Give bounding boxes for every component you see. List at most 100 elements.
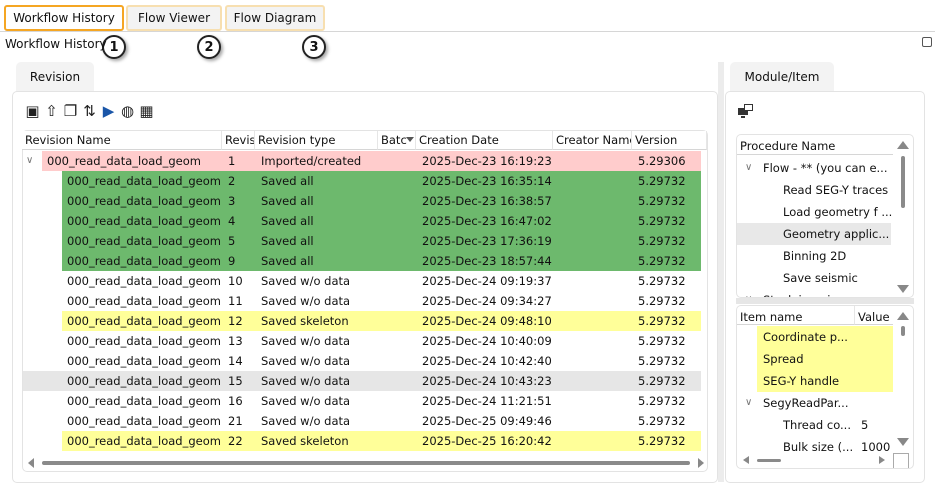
table-row[interactable]: 000_read_data_load_geom 4 Saved all 2025-De…: [23, 211, 707, 231]
tree-splitter[interactable]: [736, 298, 914, 304]
scroll-down-icon[interactable]: [897, 285, 909, 293]
cell-name: 000_read_data_load_geom: [67, 214, 221, 228]
table-row[interactable]: 000_read_data_load_geom 22 Saved skeleton 2…: [23, 431, 707, 451]
tab-module-item[interactable]: Module/Item: [730, 62, 834, 92]
item-row[interactable]: Thread co... 5: [737, 414, 893, 436]
scroll-right-icon[interactable]: [879, 456, 885, 464]
column-header[interactable]: Revision type: [255, 131, 378, 150]
cell-version: 5.29306: [638, 154, 686, 168]
cell-date: 2025-Dec-23 16:38:57: [422, 194, 552, 208]
scroll-left-icon[interactable]: [28, 458, 34, 468]
cell-version: 5.29732: [638, 194, 686, 208]
table-row[interactable]: 000_read_data_load_geom 13 Saved w/o data 2…: [23, 331, 707, 351]
procedure-item[interactable]: Read SEG-Y traces: [737, 179, 891, 201]
scroll-up-icon[interactable]: [897, 312, 909, 320]
cell-type: Saved all: [261, 214, 314, 228]
table-row[interactable]: 000_read_data_load_geom 9 Saved all 2025-De…: [23, 251, 707, 271]
cell-name: 000_read_data_load_geom: [67, 274, 221, 288]
column-header[interactable]: Version: [632, 131, 707, 150]
procedure-scrollbar[interactable]: [901, 156, 905, 208]
table-row[interactable]: 000_read_data_load_geom 5 Saved all 2025-De…: [23, 231, 707, 251]
chevron-down-icon[interactable]: ∨: [745, 157, 752, 179]
divider: [0, 31, 935, 32]
procedure-item[interactable]: ∨ Flow - ** (you can e...: [737, 157, 891, 179]
item-row[interactable]: ∨ SegyReadPar...: [737, 392, 893, 414]
cell-rev: 14: [228, 354, 243, 368]
play-icon[interactable]: ▶: [100, 102, 117, 120]
chevron-down-icon[interactable]: ∨: [26, 151, 33, 171]
tab-revision[interactable]: Revision: [16, 62, 94, 92]
cell-date: 2025-Dec-24 11:21:51: [422, 394, 552, 408]
float-icon[interactable]: [922, 37, 932, 47]
cell-name: 000_read_data_load_geom: [47, 154, 201, 168]
item-value: 1000: [861, 440, 891, 454]
column-header[interactable]: Revis: [222, 131, 255, 150]
tab-flow-viewer[interactable]: Flow Viewer: [126, 5, 222, 31]
chevron-down-icon[interactable]: ∨: [745, 289, 752, 297]
table-row[interactable]: 000_read_data_load_geom 11 Saved w/o data 2…: [23, 291, 707, 311]
cell-rev: 13: [228, 334, 243, 348]
table-row[interactable]: 000_read_data_load_geom 12 Saved skeleton 2…: [23, 311, 707, 331]
cell-rev: 16: [228, 394, 243, 408]
cell-type: Saved w/o data: [261, 414, 351, 428]
cell-type: Imported/created: [261, 154, 362, 168]
column-header[interactable]: Revision Name: [22, 131, 222, 150]
procedure-item[interactable]: Geometry applic...: [737, 223, 891, 245]
copy-icon[interactable]: ❐: [62, 102, 79, 120]
item-row[interactable]: Coordinate p...: [737, 326, 893, 348]
cell-type: Saved w/o data: [261, 354, 351, 368]
table-row[interactable]: 000_read_data_load_geom 10 Saved w/o data 2…: [23, 271, 707, 291]
item-hscrollbar[interactable]: [757, 459, 781, 462]
cell-name: 000_read_data_load_geom: [67, 294, 221, 308]
cell-version: 5.29732: [638, 294, 686, 308]
sort-desc-icon[interactable]: [406, 137, 414, 142]
cell-date: 2025-Dec-23 18:57:44: [422, 254, 552, 268]
procedure-item[interactable]: Load geometry f ...: [737, 201, 892, 223]
scroll-down-icon[interactable]: [897, 438, 909, 446]
cell-name: 000_read_data_load_geom: [67, 414, 221, 428]
open-revision-icon[interactable]: ▣: [24, 102, 41, 120]
export-icon[interactable]: ⇧: [43, 102, 60, 120]
cell-rev: 10: [228, 274, 243, 288]
scroll-left-icon[interactable]: [743, 456, 749, 464]
table-row[interactable]: 000_read_data_load_geom 2 Saved all 2025-De…: [23, 171, 707, 191]
cell-type: Saved w/o data: [261, 274, 351, 288]
procedure-label: Geometry applic...: [783, 227, 890, 241]
tab-workflow-history[interactable]: Workflow History: [4, 5, 124, 31]
table-row[interactable]: 000_read_data_load_geom 16 Saved w/o data 2…: [23, 391, 707, 411]
tab-flow-diagram[interactable]: Flow Diagram: [225, 5, 325, 31]
procedure-item[interactable]: Save seismic: [737, 267, 891, 289]
table-row[interactable]: 000_read_data_load_geom 3 Saved all 2025-De…: [23, 191, 707, 211]
item-row[interactable]: Bulk size (... 1000: [737, 436, 893, 458]
item-row[interactable]: SEG-Y handle: [737, 370, 893, 392]
procedure-label: Stack imaging: [763, 289, 845, 297]
procedure-tree: Procedure Name ∨ Flow - ** (you can e... R…: [736, 134, 914, 298]
splitter[interactable]: [718, 62, 724, 482]
cell-version: 5.29732: [638, 234, 686, 248]
compare-icon[interactable]: ⇅: [81, 102, 98, 120]
procedure-label: Binning 2D: [783, 249, 847, 263]
procedure-item[interactable]: Binning 2D: [737, 245, 891, 267]
scroll-up-icon[interactable]: [897, 141, 909, 149]
computer-icon[interactable]: [738, 104, 754, 120]
table-row[interactable]: 000_read_data_load_geom 14 Saved w/o data 2…: [23, 351, 707, 371]
item-scrollbar[interactable]: [901, 326, 905, 336]
cell-version: 5.29732: [638, 354, 686, 368]
chevron-down-icon[interactable]: ∨: [745, 392, 752, 414]
horizontal-scrollbar[interactable]: [42, 461, 690, 465]
scroll-right-icon[interactable]: [698, 458, 704, 468]
grid-icon[interactable]: ▦: [138, 102, 155, 120]
cell-name: 000_read_data_load_geom: [67, 234, 221, 248]
column-header[interactable]: Creator Name: [553, 131, 632, 150]
table-row[interactable]: 000_read_data_load_geom 15 Saved w/o data 2…: [23, 371, 707, 391]
cell-type: Saved w/o data: [261, 394, 351, 408]
table-row[interactable]: 000_read_data_load_geom 21 Saved w/o data 2…: [23, 411, 707, 431]
column-header[interactable]: Creation Date: [416, 131, 553, 150]
cell-version: 5.29732: [638, 434, 686, 448]
globe-icon[interactable]: ◍: [119, 102, 136, 120]
table-row[interactable]: ∨ 000_read_data_load_geom 1 Imported/create…: [23, 151, 707, 171]
item-row[interactable]: Spread: [737, 348, 893, 370]
cell-version: 5.29732: [638, 174, 686, 188]
procedure-item[interactable]: ∨ Stack imaging: [737, 289, 891, 297]
cell-type: Saved w/o data: [261, 374, 351, 388]
